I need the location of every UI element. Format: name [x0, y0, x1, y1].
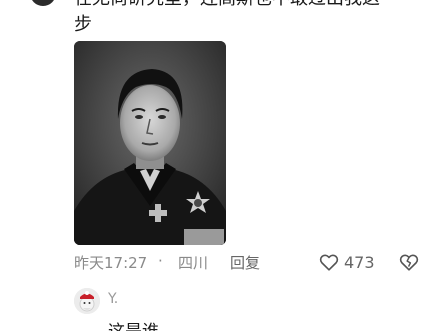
- meta-separator: ·: [158, 252, 163, 270]
- reply-text: 这是谁: [108, 317, 159, 331]
- reply-user-name[interactable]: Y.: [108, 291, 118, 307]
- reply-button[interactable]: 回复: [230, 252, 260, 273]
- portrait-image: [74, 41, 226, 245]
- comment-text-line: 在无尚研究室，连高斯也不敢过出我这: [74, 0, 414, 12]
- like-button[interactable]: 473: [318, 250, 375, 274]
- comment-time: 昨天17:27: [74, 254, 148, 272]
- heart-outline-icon: [319, 254, 339, 271]
- broken-heart-icon[interactable]: [398, 251, 420, 273]
- comment-thread: 在无尚研究室，连高斯也不敢过出我这 步: [0, 0, 442, 331]
- avatar-image: [74, 288, 100, 314]
- comment-body: 在无尚研究室，连高斯也不敢过出我这 步: [74, 0, 414, 38]
- commenter-avatar[interactable]: [30, 0, 56, 6]
- comment-text-line: 步: [74, 14, 92, 35]
- like-count: 473: [344, 252, 375, 272]
- comment-image[interactable]: [74, 41, 226, 245]
- reply-user-avatar[interactable]: [74, 288, 100, 314]
- comment-location: 四川: [178, 254, 209, 272]
